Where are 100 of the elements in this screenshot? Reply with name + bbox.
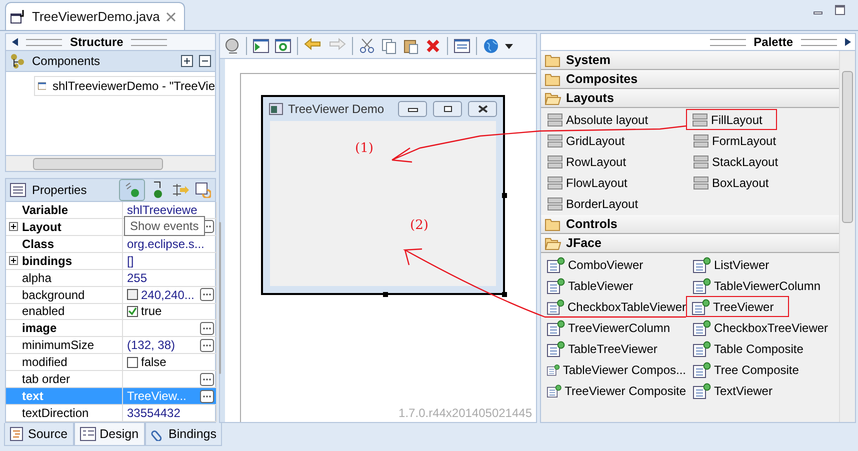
components-icon bbox=[10, 53, 26, 69]
viewer-icon bbox=[547, 298, 564, 314]
property-row[interactable]: background 240,240... bbox=[6, 286, 216, 304]
palette-item[interactable]: FlowLayout bbox=[541, 172, 687, 193]
copy-icon[interactable] bbox=[381, 38, 397, 54]
viewer-icon bbox=[693, 256, 711, 272]
palette-title: Palette bbox=[754, 35, 793, 49]
property-name: image bbox=[22, 321, 57, 336]
checkbox[interactable] bbox=[127, 356, 138, 368]
property-row[interactable]: alpha 255 bbox=[6, 270, 216, 287]
palette-item[interactable]: RowLayout bbox=[541, 151, 687, 172]
palette-category[interactable]: Controls bbox=[541, 215, 839, 234]
palette-item[interactable]: TreeViewer bbox=[686, 296, 789, 317]
property-name: enabled bbox=[22, 304, 65, 318]
more-icon[interactable] bbox=[200, 338, 214, 352]
resize-handle[interactable] bbox=[502, 193, 507, 198]
resize-handle[interactable] bbox=[502, 292, 507, 297]
minimize-button[interactable] bbox=[398, 101, 427, 117]
property-value: false bbox=[141, 355, 166, 370]
editor-tab[interactable]: TreeViewerDemo.java bbox=[5, 2, 185, 30]
tooltip: Show events bbox=[124, 216, 205, 236]
expand-icon[interactable] bbox=[9, 256, 18, 266]
open-folder-icon bbox=[545, 92, 561, 104]
more-icon[interactable] bbox=[200, 372, 214, 386]
tree-item[interactable]: shlTreeviewerDemo - "TreeVie bbox=[34, 76, 215, 96]
palette-item[interactable]: TableViewer bbox=[541, 275, 687, 296]
window-icon bbox=[269, 103, 283, 115]
palette-item[interactable]: ListViewer bbox=[687, 254, 839, 275]
editor-mode-tab[interactable]: Source bbox=[4, 423, 74, 446]
palette-item[interactable]: TreeViewerColumn bbox=[541, 317, 687, 338]
viewer-icon bbox=[693, 278, 711, 294]
horizontal-scrollbar[interactable] bbox=[5, 155, 216, 172]
close-icon[interactable] bbox=[166, 12, 176, 22]
property-name: modified bbox=[22, 355, 68, 370]
paste-icon[interactable] bbox=[403, 38, 419, 54]
property-row[interactable]: enabled true bbox=[6, 304, 216, 320]
palette-category[interactable]: Layouts bbox=[541, 89, 839, 108]
palette-item[interactable]: TableViewerColumn bbox=[687, 275, 839, 296]
palette-item[interactable]: CheckboxTreeViewer bbox=[687, 317, 839, 338]
property-row[interactable]: textDirection 33554432 bbox=[6, 405, 216, 422]
close-button[interactable] bbox=[468, 101, 497, 117]
property-name: text bbox=[22, 389, 44, 404]
maximize-icon[interactable] bbox=[834, 4, 846, 16]
palette-item[interactable]: Absolute layout bbox=[541, 109, 687, 130]
property-name: textDirection bbox=[22, 406, 89, 420]
palette-item[interactable]: TableTreeViewer bbox=[541, 338, 687, 359]
palette-item[interactable]: TableViewer Compos... bbox=[541, 359, 687, 380]
property-row[interactable]: modified false bbox=[6, 354, 216, 372]
palette-item[interactable]: GridLayout bbox=[541, 130, 687, 151]
vertical-scrollbar[interactable] bbox=[839, 51, 855, 422]
cut-icon[interactable] bbox=[359, 38, 375, 54]
editor-mode-tab[interactable]: Design bbox=[74, 423, 145, 446]
maximize-button[interactable] bbox=[433, 101, 462, 117]
palette-item[interactable]: BoxLayout bbox=[687, 172, 839, 193]
globe-icon[interactable] bbox=[483, 38, 499, 54]
minimize-icon bbox=[408, 106, 418, 112]
expand-icon[interactable] bbox=[9, 222, 18, 232]
viewer-icon bbox=[692, 298, 710, 314]
viewer-icon bbox=[547, 256, 565, 272]
more-icon[interactable] bbox=[200, 322, 214, 335]
property-row[interactable]: minimumSize (132, 38) bbox=[6, 337, 216, 354]
palette-category[interactable]: JFace bbox=[541, 234, 839, 253]
window-play-icon[interactable] bbox=[253, 38, 269, 54]
property-value: 255 bbox=[127, 270, 148, 285]
expand-all-icon[interactable] bbox=[181, 55, 193, 67]
checkbox[interactable] bbox=[127, 306, 138, 317]
viewer-icon bbox=[547, 362, 560, 378]
palette-item[interactable]: StackLayout bbox=[687, 151, 839, 172]
delete-icon[interactable] bbox=[425, 38, 441, 54]
editor-mode-tab[interactable]: Bindings bbox=[144, 423, 222, 446]
palette-item[interactable]: FillLayout bbox=[686, 109, 778, 130]
layout-window-icon[interactable] bbox=[454, 38, 470, 54]
property-name: tab order bbox=[22, 372, 70, 386]
property-value: [] bbox=[127, 254, 134, 268]
palette-item[interactable]: Tree Composite bbox=[687, 359, 839, 380]
refresh-window-icon[interactable] bbox=[275, 38, 291, 54]
resize-handle[interactable] bbox=[383, 292, 388, 297]
palette-category[interactable]: System bbox=[541, 51, 839, 70]
property-row[interactable]: bindings [] bbox=[6, 252, 216, 270]
palette-category[interactable]: Composites bbox=[541, 70, 839, 89]
collapse-all-icon[interactable] bbox=[199, 55, 211, 67]
palette-item[interactable]: Table Composite bbox=[687, 338, 839, 359]
property-row[interactable]: image bbox=[6, 320, 216, 338]
palette-item[interactable]: ComboViewer bbox=[541, 254, 687, 275]
more-icon[interactable] bbox=[200, 390, 214, 403]
palette-item[interactable]: CheckboxTableViewer bbox=[541, 296, 687, 317]
property-value: (132, 38) bbox=[127, 338, 176, 352]
expand-arrow-icon[interactable] bbox=[845, 38, 851, 46]
palette-item[interactable]: TreeViewer Composite bbox=[541, 380, 687, 401]
layout-icon bbox=[547, 174, 563, 190]
java-file-icon bbox=[10, 10, 26, 24]
palette-item[interactable]: TextViewer bbox=[687, 380, 839, 401]
palette-item[interactable]: BorderLayout bbox=[541, 193, 687, 214]
property-value: TreeView... bbox=[127, 389, 186, 404]
property-name: bindings bbox=[22, 254, 72, 268]
dropdown-icon[interactable] bbox=[505, 44, 513, 48]
collapse-arrow-icon[interactable] bbox=[12, 38, 18, 46]
palette-item[interactable]: FormLayout bbox=[687, 130, 839, 151]
property-name: Layout bbox=[22, 220, 62, 234]
more-icon[interactable] bbox=[200, 288, 214, 302]
